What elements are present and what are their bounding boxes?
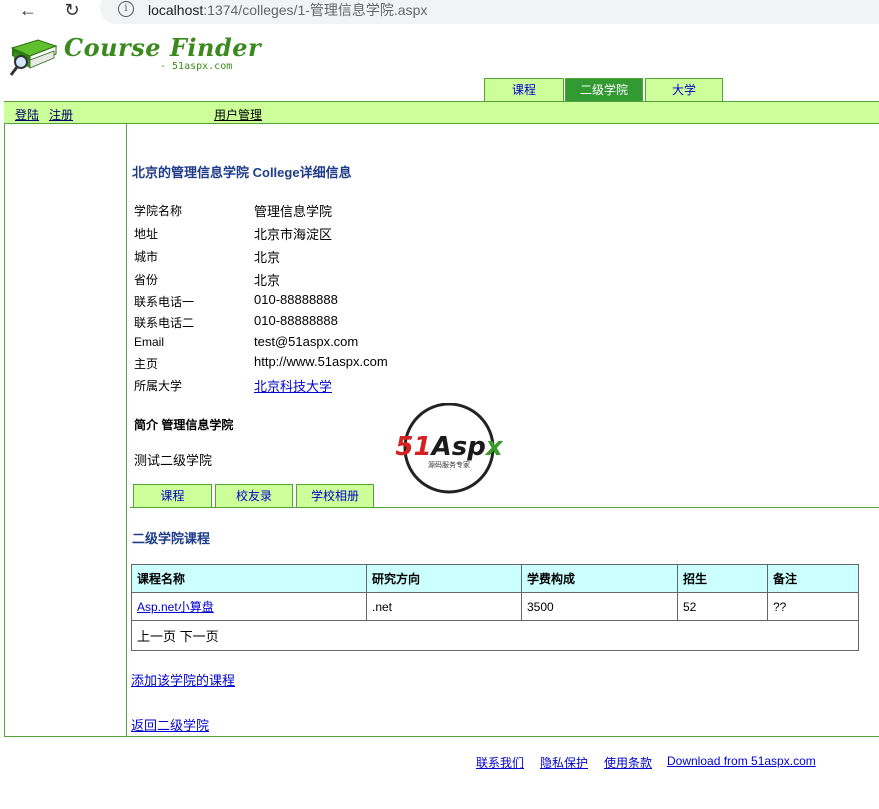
field-label-address: 地址 (134, 227, 159, 241)
subtab-divider (130, 507, 879, 508)
field-label-university: 所属大学 (134, 379, 183, 393)
col-fee: 学费构成 (521, 564, 678, 593)
direction-cell: .net (366, 592, 522, 621)
field-value-city: 北京 (254, 250, 281, 265)
tab-universities[interactable]: 大学 (645, 78, 723, 101)
pager-row: 上一页 下一页 (131, 620, 859, 651)
register-link[interactable]: 注册 (49, 106, 73, 123)
site-info-icon[interactable]: i (118, 1, 134, 17)
enroll-cell: 52 (677, 592, 768, 621)
courses-table: 课程名称 研究方向 学费构成 招生 备注 Asp.net小算盘 .net 350… (131, 564, 859, 651)
col-note: 备注 (767, 564, 859, 593)
user-bar: 登陆 注册 用户管理 (4, 102, 879, 124)
field-value-email: test@51aspx.com (254, 334, 359, 349)
intro-heading: 简介 管理信息学院 (134, 418, 234, 432)
logo-subtitle: - 51aspx.com (160, 61, 233, 72)
field-value-phone1: 010-88888888 (254, 292, 338, 307)
left-sidebar (4, 124, 127, 737)
svg-text:51Aspx: 51Aspx (395, 432, 503, 462)
course-link[interactable]: Asp.net小算盘 (137, 600, 214, 614)
table-row: Asp.net小算盘 .net 3500 52 ?? (131, 592, 859, 621)
field-value-address: 北京市海淀区 (254, 227, 333, 242)
51aspx-watermark-logo: 51Aspx 源码服务专家 (395, 403, 504, 494)
back-to-colleges-link[interactable]: 返回二级学院 (131, 715, 209, 734)
footer-privacy-link[interactable]: 隐私保护 (540, 754, 588, 771)
col-direction: 研究方向 (366, 564, 522, 593)
footer-contact-link[interactable]: 联系我们 (476, 754, 524, 771)
college-detail-title: 北京的管理信息学院 College详细信息 (132, 165, 352, 180)
add-course-link[interactable]: 添加该学院的课程 (131, 670, 235, 689)
col-enroll: 招生 (677, 564, 768, 593)
back-arrow-icon[interactable]: ← (16, 0, 40, 20)
field-value-homepage: http://www.51aspx.com (254, 354, 388, 369)
reload-icon[interactable]: ↻ (60, 0, 84, 20)
subtab-alumni[interactable]: 校友录 (215, 484, 293, 507)
browser-toolbar: ← ↻ i localhost:1374/colleges/1-管理信息学院.a… (0, 0, 879, 26)
url-path: :1374/colleges/1-管理信息学院.aspx (203, 2, 428, 18)
field-label-province: 省份 (134, 273, 159, 287)
url-text: localhost:1374/colleges/1-管理信息学院.aspx (148, 0, 427, 20)
intro-text: 测试二级学院 (134, 453, 213, 468)
tab-colleges[interactable]: 二级学院 (565, 78, 643, 101)
field-label-email: Email (134, 335, 165, 349)
col-course-name: 课程名称 (131, 564, 367, 593)
fee-cell: 3500 (521, 592, 678, 621)
svg-text:源码服务专家: 源码服务专家 (428, 460, 470, 469)
login-link[interactable]: 登陆 (15, 106, 39, 123)
field-label-city: 城市 (134, 250, 159, 264)
field-label-homepage: 主页 (134, 357, 159, 371)
user-manage-menu[interactable]: 用户管理 (214, 106, 262, 123)
field-value-name: 管理信息学院 (254, 204, 333, 219)
subtab-courses[interactable]: 课程 (133, 484, 212, 507)
course-name-cell: Asp.net小算盘 (131, 592, 367, 621)
subtab-album[interactable]: 学校相册 (296, 484, 374, 507)
book-magnifier-icon (9, 39, 58, 76)
footer-terms-link[interactable]: 使用条款 (604, 754, 652, 771)
note-cell: ?? (767, 592, 859, 621)
field-label-name: 学院名称 (134, 204, 183, 218)
footer-download-link[interactable]: Download from 51aspx.com (667, 754, 816, 768)
courses-heading: 二级学院课程 (132, 531, 211, 546)
field-value-phone2: 010-88888888 (254, 313, 338, 328)
field-label-phone2: 联系电话二 (134, 316, 195, 330)
url-host: localhost (148, 2, 204, 18)
field-value-province: 北京 (254, 273, 281, 288)
tab-courses[interactable]: 课程 (484, 78, 564, 101)
address-bar[interactable]: i localhost:1374/colleges/1-管理信息学院.aspx (100, 0, 879, 24)
pager[interactable]: 上一页 下一页 (131, 620, 859, 651)
field-label-phone1: 联系电话一 (134, 295, 195, 309)
logo-title: Course Finder (64, 33, 262, 62)
university-link[interactable]: 北京科技大学 (254, 376, 332, 395)
table-header-row: 课程名称 研究方向 学费构成 招生 备注 (131, 564, 859, 593)
